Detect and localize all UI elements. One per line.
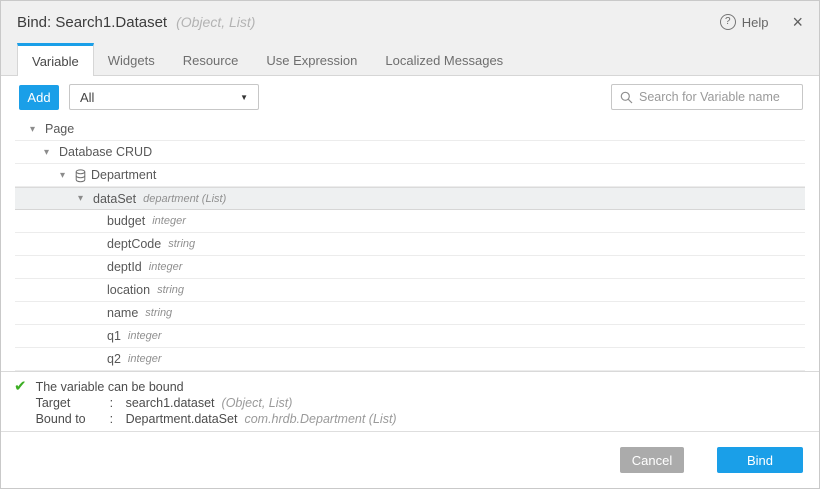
select-caret-icon: ▼: [240, 93, 248, 102]
search-icon: [620, 91, 633, 104]
tree-row-type: integer: [128, 353, 162, 365]
variable-tree: ▾ Page ▾ Database CRUD ▾ Department ▾ da…: [15, 118, 805, 371]
status-target-separator: :: [110, 395, 126, 411]
status-message: The variable can be bound: [36, 379, 397, 395]
tree-row-type: string: [145, 307, 172, 319]
tree-row-department[interactable]: ▾ Department: [15, 164, 805, 187]
search-input[interactable]: [639, 90, 794, 104]
tree-row-budget[interactable]: budget integer: [15, 210, 805, 233]
toolbar: Add All ▼: [1, 76, 819, 118]
tree-row-type: department (List): [143, 193, 226, 205]
status-lines: The variable can be bound Target : searc…: [36, 379, 397, 431]
caret-down-icon[interactable]: ▾: [78, 193, 88, 204]
status-boundto-meta: com.hrdb.Department (List): [244, 411, 396, 427]
status-target-row: Target : search1.dataset (Object, List): [36, 395, 397, 411]
status-boundto-separator: :: [110, 411, 126, 427]
tree-row-type: integer: [152, 215, 186, 227]
close-icon[interactable]: ×: [792, 13, 803, 31]
status-target-value: search1.dataset: [126, 395, 215, 411]
status-boundto-value: Department.dataSet: [126, 411, 238, 427]
tree-row-deptid[interactable]: deptId integer: [15, 256, 805, 279]
tree-row-label: q2: [107, 352, 121, 366]
tree-row-page[interactable]: ▾ Page: [15, 118, 805, 141]
tree-row-label: location: [107, 283, 150, 297]
tab-localized-messages[interactable]: Localized Messages: [371, 43, 517, 75]
cancel-button[interactable]: Cancel: [620, 447, 684, 473]
caret-down-icon[interactable]: ▾: [30, 124, 40, 135]
tree-row-q1[interactable]: q1 integer: [15, 325, 805, 348]
tab-use-expression[interactable]: Use Expression: [252, 43, 371, 75]
tree-row-label: deptCode: [107, 237, 161, 251]
help-label: Help: [742, 15, 769, 30]
status-boundto-row: Bound to : Department.dataSet com.hrdb.D…: [36, 411, 397, 427]
tree-row-database-crud[interactable]: ▾ Database CRUD: [15, 141, 805, 164]
dialog-subtitle: (Object, List): [176, 14, 255, 30]
tree-row-q2[interactable]: q2 integer: [15, 348, 805, 371]
help-icon: ?: [720, 14, 736, 30]
tree-row-label: budget: [107, 214, 145, 228]
status-target-label: Target: [36, 395, 110, 411]
filter-selected-value: All: [80, 90, 94, 105]
tab-variable[interactable]: Variable: [17, 43, 94, 76]
tree-row-type: integer: [128, 330, 162, 342]
status-panel: ✔ The variable can be bound Target : sea…: [1, 371, 819, 431]
tree-row-deptcode[interactable]: deptCode string: [15, 233, 805, 256]
tree-row-label: dataSet: [93, 192, 136, 206]
check-icon: ✔: [14, 379, 27, 431]
tree-row-location[interactable]: location string: [15, 279, 805, 302]
bind-button[interactable]: Bind: [717, 447, 803, 473]
database-icon: [75, 169, 86, 183]
tree-row-type: string: [168, 238, 195, 250]
bind-variable-dialog: Bind: Search1.Dataset (Object, List) ? H…: [0, 0, 820, 489]
tab-bar: Variable Widgets Resource Use Expression…: [1, 43, 819, 76]
status-target-meta: (Object, List): [222, 395, 293, 411]
add-button[interactable]: Add: [19, 85, 59, 110]
dialog-header: Bind: Search1.Dataset (Object, List) ? H…: [1, 1, 819, 43]
variable-filter-select[interactable]: All ▼: [69, 84, 259, 110]
tab-widgets[interactable]: Widgets: [94, 43, 169, 75]
tree-row-type: string: [157, 284, 184, 296]
tab-resource[interactable]: Resource: [169, 43, 253, 75]
tree-row-label: Database CRUD: [59, 145, 152, 159]
help-button[interactable]: ? Help: [720, 14, 769, 30]
tree-row-label: q1: [107, 329, 121, 343]
search-box: [611, 84, 803, 110]
caret-down-icon[interactable]: ▾: [44, 147, 54, 158]
tree-row-label: deptId: [107, 260, 142, 274]
tree-row-label: Page: [45, 122, 74, 136]
header-actions: ? Help ×: [720, 13, 803, 31]
tree-row-label: name: [107, 306, 138, 320]
status-boundto-label: Bound to: [36, 411, 110, 427]
tree-row-dataset[interactable]: ▾ dataSet department (List): [15, 187, 805, 210]
dialog-title: Bind: Search1.Dataset: [17, 14, 167, 31]
caret-down-icon[interactable]: ▾: [60, 170, 70, 181]
footer-bar: Cancel Bind: [1, 431, 819, 488]
tree-row-label: Department: [91, 168, 156, 182]
tree-row-type: integer: [149, 261, 183, 273]
tree-row-name[interactable]: name string: [15, 302, 805, 325]
